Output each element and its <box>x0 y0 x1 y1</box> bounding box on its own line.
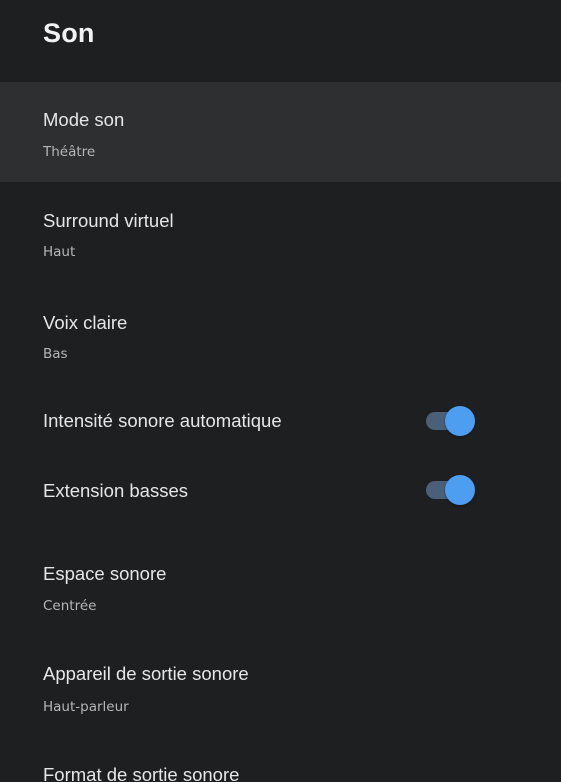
setting-title: Mode son <box>43 109 125 130</box>
setting-value: Haut-parleur <box>43 699 129 715</box>
setting-item-voix-claire[interactable]: Voix claire Bas <box>0 285 561 388</box>
setting-item-intensite-sonore[interactable]: Intensité sonore automatique <box>0 388 561 458</box>
setting-title: Intensité sonore automatique <box>43 410 282 431</box>
setting-item-appareil-sortie[interactable]: Appareil de sortie sonore Haut-parleur <box>0 642 561 746</box>
setting-value: Haut <box>43 244 76 260</box>
setting-item-surround-virtuel[interactable]: Surround virtuel Haut <box>0 182 561 285</box>
auto-volume-toggle[interactable] <box>426 406 476 436</box>
bass-extension-toggle[interactable] <box>426 475 476 505</box>
setting-value: Théâtre <box>43 144 96 160</box>
page-title: Son <box>43 18 95 48</box>
setting-item-format-sortie[interactable]: Format de sortie sonore <box>0 746 561 782</box>
setting-item-extension-basses[interactable]: Extension basses <box>0 458 561 538</box>
toggle-thumb <box>445 475 475 505</box>
setting-title: Surround virtuel <box>43 210 174 231</box>
setting-title: Format de sortie sonore <box>43 764 240 782</box>
setting-value: Bas <box>43 346 68 362</box>
panel-header: Son <box>0 0 561 82</box>
setting-title: Appareil de sortie sonore <box>43 663 249 684</box>
setting-item-espace-sonore[interactable]: Espace sonore Centrée <box>0 538 561 642</box>
setting-title: Voix claire <box>43 312 128 333</box>
sound-settings-panel: Son Mode son Théâtre Surround virtuel Ha… <box>0 0 561 782</box>
toggle-thumb <box>445 406 475 436</box>
setting-title: Extension basses <box>43 480 189 501</box>
setting-value: Centrée <box>43 598 97 614</box>
setting-title: Espace sonore <box>43 563 167 584</box>
setting-item-mode-son[interactable]: Mode son Théâtre <box>0 82 561 182</box>
